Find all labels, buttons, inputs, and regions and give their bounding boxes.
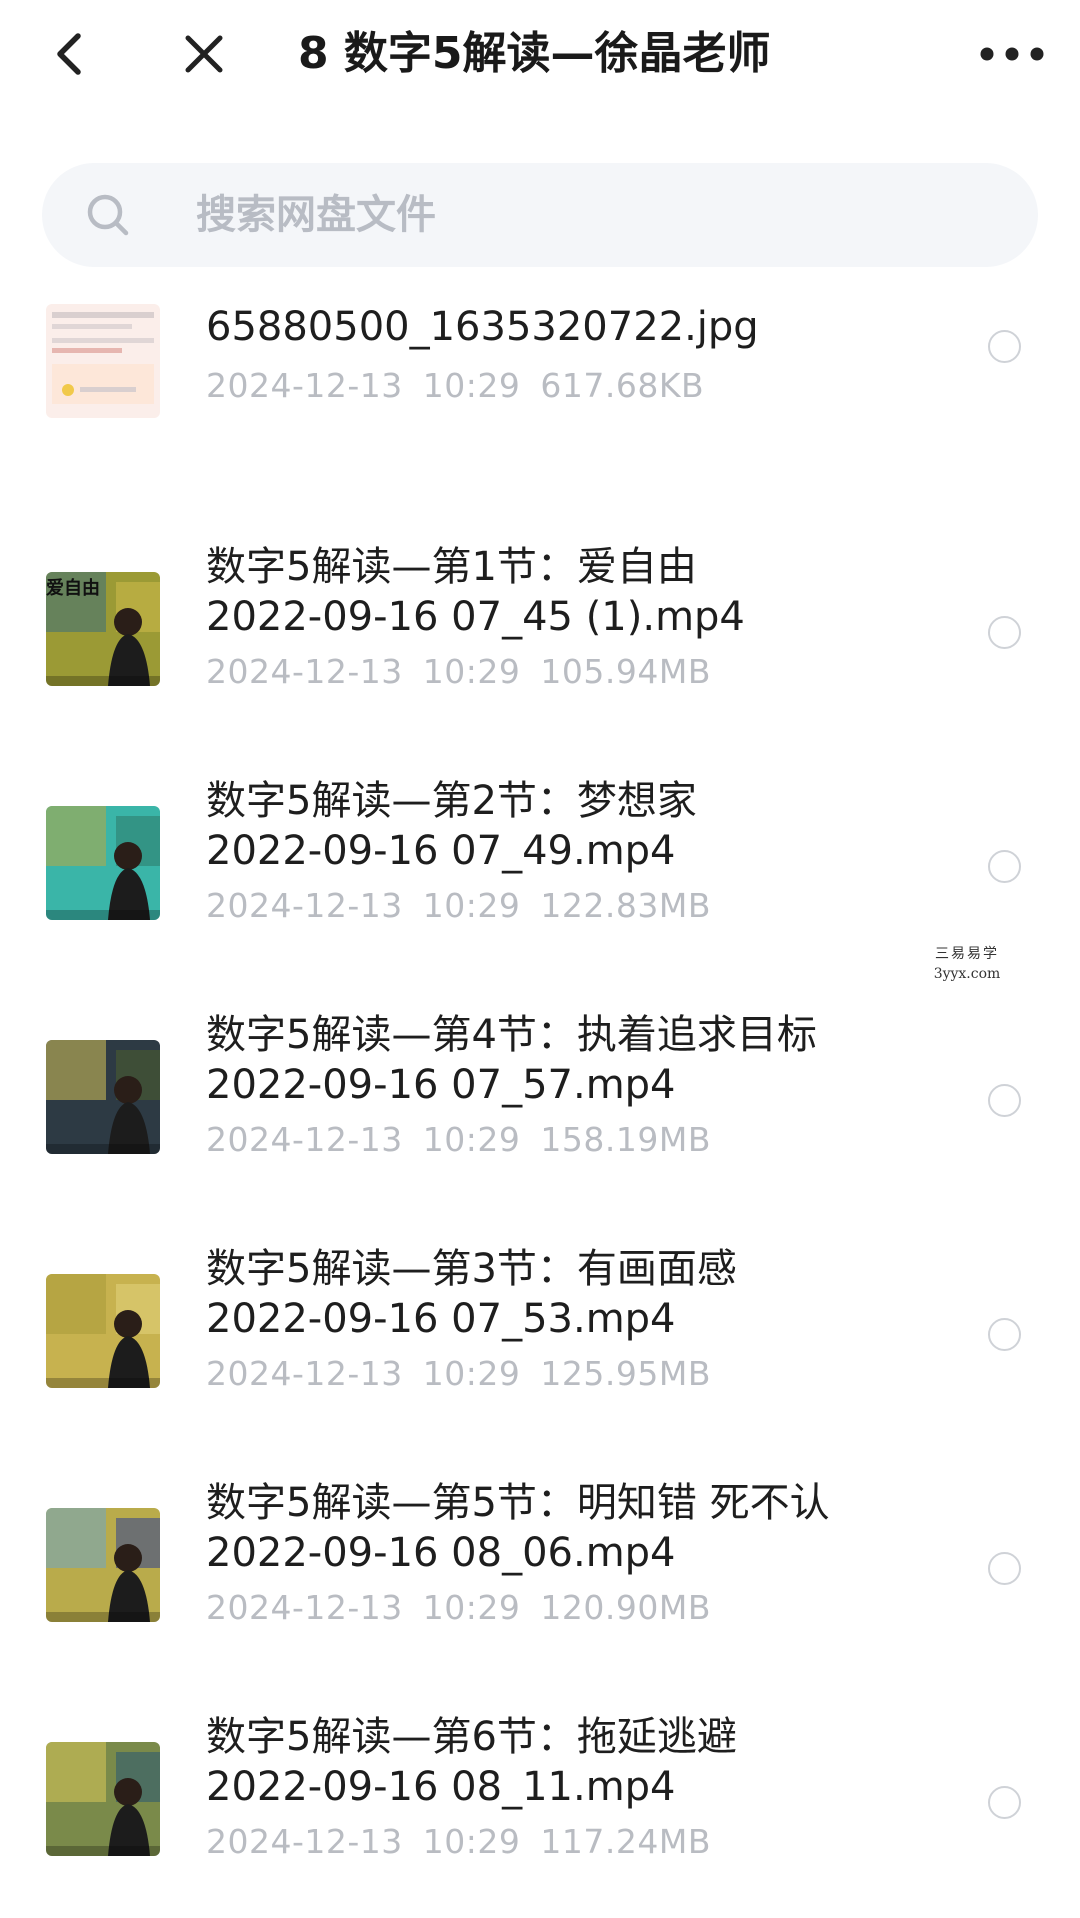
file-row[interactable]: 爱自由 数字5解读—第1节：爱自由 2022-09-16 07_45 (1).mp…: [0, 516, 1080, 726]
file-date: 2024-12-13: [206, 366, 403, 405]
file-size: 105.94MB: [540, 652, 711, 691]
file-size: 122.83MB: [540, 886, 711, 925]
more-dots-icon: [980, 47, 1044, 61]
select-radio[interactable]: [988, 616, 1021, 649]
file-thumbnail-video: [46, 1508, 160, 1622]
file-name: 数字5解读—第6节：拖延逃避 2022-09-16 08_11.mp4: [206, 1714, 737, 1810]
file-name: 数字5解读—第3节：有画面感 2022-09-16 07_53.mp4: [206, 1246, 737, 1342]
file-row[interactable]: 数字5解读—第5节：明知错 死不认 2022-09-16 08_06.mp4 20…: [0, 1452, 1080, 1662]
file-row[interactable]: 数字5解读—第3节：有画面感 2022-09-16 07_53.mp4 2024-…: [0, 1218, 1080, 1428]
file-size: 125.95MB: [540, 1354, 711, 1393]
video-thumbnail-image: [46, 1040, 160, 1154]
top-bar: 8 数字5解读—徐晶老师: [0, 0, 1080, 110]
select-radio[interactable]: [988, 1318, 1021, 1351]
file-meta: 2024-12-13 10:29 122.83MB: [206, 886, 711, 926]
video-thumbnail-image: [46, 1274, 160, 1388]
file-meta: 2024-12-13 10:29 158.19MB: [206, 1120, 711, 1160]
close-icon: [185, 35, 223, 73]
file-size: 120.90MB: [540, 1588, 711, 1627]
file-row[interactable]: 数字5解读—第2节：梦想家 2022-09-16 07_49.mp4 2024-1…: [0, 750, 1080, 960]
file-name: 数字5解读—第5节：明知错 死不认 2022-09-16 08_06.mp4: [206, 1480, 830, 1576]
select-radio[interactable]: [988, 850, 1021, 883]
search-input[interactable]: [196, 185, 976, 245]
search-icon: [87, 194, 129, 236]
thumbnail-caption: 爱自由: [46, 578, 100, 599]
file-date: 2024-12-13: [206, 652, 403, 691]
file-name: 数字5解读—第2节：梦想家 2022-09-16 07_49.mp4: [206, 778, 697, 874]
close-button[interactable]: [172, 22, 236, 86]
file-time: 10:29: [422, 366, 521, 405]
file-date: 2024-12-13: [206, 1588, 403, 1627]
file-time: 10:29: [422, 652, 521, 691]
file-row[interactable]: 数字5解读—第4节：执着追求目标 2022-09-16 07_57.mp4 202…: [0, 984, 1080, 1194]
watermark-line-2: 3yyx.com: [933, 966, 1001, 982]
file-row[interactable]: 数字5解读—第6节：拖延逃避 2022-09-16 08_11.mp4 2024-…: [0, 1686, 1080, 1896]
file-thumbnail-video: 爱自由: [46, 572, 160, 686]
select-radio[interactable]: [988, 1552, 1021, 1585]
select-radio[interactable]: [988, 1786, 1021, 1819]
file-thumbnail-video: [46, 1742, 160, 1856]
file-thumbnail-video: [46, 1274, 160, 1388]
file-meta: 2024-12-13 10:29 105.94MB: [206, 652, 711, 692]
chevron-left-icon: [57, 33, 81, 75]
file-thumbnail-document: [46, 304, 160, 418]
file-date: 2024-12-13: [206, 1822, 403, 1861]
file-name: 65880500_1635320722.jpg: [206, 304, 759, 350]
select-radio[interactable]: [988, 330, 1021, 363]
file-size: 117.24MB: [540, 1822, 711, 1861]
file-thumbnail-video: [46, 1040, 160, 1154]
video-thumbnail-image: [46, 806, 160, 920]
document-thumbnail-image: [46, 304, 160, 418]
file-meta: 2024-12-13 10:29 125.95MB: [206, 1354, 711, 1394]
file-date: 2024-12-13: [206, 1354, 403, 1393]
file-time: 10:29: [422, 1120, 521, 1159]
file-meta: 2024-12-13 10:29 120.90MB: [206, 1588, 711, 1628]
video-thumbnail-image: [46, 1508, 160, 1622]
file-time: 10:29: [422, 886, 521, 925]
file-date: 2024-12-13: [206, 886, 403, 925]
file-time: 10:29: [422, 1588, 521, 1627]
file-time: 10:29: [422, 1822, 521, 1861]
watermark: 三易易学 3yyx.com: [922, 944, 1012, 984]
file-size: 158.19MB: [540, 1120, 711, 1159]
more-button[interactable]: [972, 22, 1052, 86]
file-row[interactable]: 65880500_1635320722.jpg 2024-12-13 10:29 61…: [0, 282, 1080, 492]
file-meta: 2024-12-13 10:29 117.24MB: [206, 1822, 711, 1862]
file-name: 数字5解读—第1节：爱自由 2022-09-16 07_45 (1).mp4: [206, 544, 745, 640]
file-time: 10:29: [422, 1354, 521, 1393]
file-meta: 2024-12-13 10:29 617.68KB: [206, 366, 704, 406]
file-date: 2024-12-13: [206, 1120, 403, 1159]
page-title: 8 数字5解读—徐晶老师: [298, 28, 771, 79]
file-name: 数字5解读—第4节：执着追求目标 2022-09-16 07_57.mp4: [206, 1012, 817, 1108]
search-bar[interactable]: [42, 163, 1038, 267]
watermark-line-1: 三易易学: [935, 946, 999, 962]
video-thumbnail-image: [46, 1742, 160, 1856]
file-thumbnail-video: [46, 806, 160, 920]
file-size: 617.68KB: [540, 366, 705, 405]
select-radio[interactable]: [988, 1084, 1021, 1117]
back-button[interactable]: [38, 22, 102, 86]
